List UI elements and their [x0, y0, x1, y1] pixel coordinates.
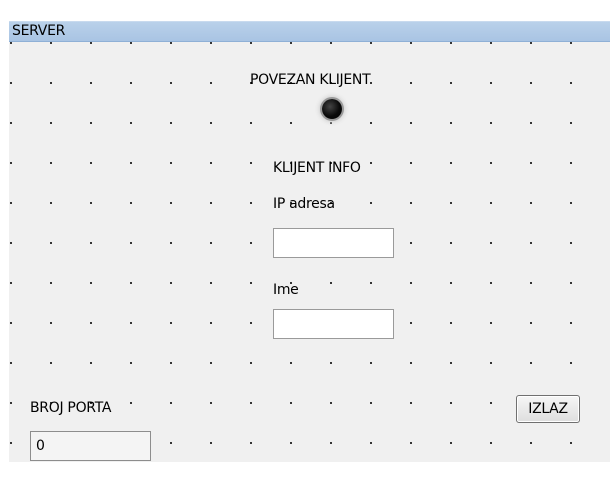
exit-button[interactable]: IZLAZ	[516, 395, 580, 423]
port-number-label: BROJ PORTA	[30, 400, 112, 416]
led-indicator-icon	[322, 99, 342, 119]
ip-address-label: IP adresa	[273, 196, 335, 212]
server-window: SERVER POVEZAN KLIJENT KLIJENT INFO IP a…	[0, 0, 610, 488]
ip-address-field[interactable]	[273, 228, 394, 258]
port-number-field[interactable]	[30, 431, 151, 461]
window-title: SERVER	[12, 23, 66, 39]
name-label: Ime	[273, 282, 299, 298]
title-bar[interactable]: SERVER	[9, 21, 610, 42]
name-field[interactable]	[273, 309, 394, 339]
connected-client-label: POVEZAN KLIJENT	[250, 72, 371, 88]
client-info-heading: KLIJENT INFO	[273, 160, 361, 176]
form-canvas: POVEZAN KLIJENT KLIJENT INFO IP adresa I…	[9, 42, 610, 462]
